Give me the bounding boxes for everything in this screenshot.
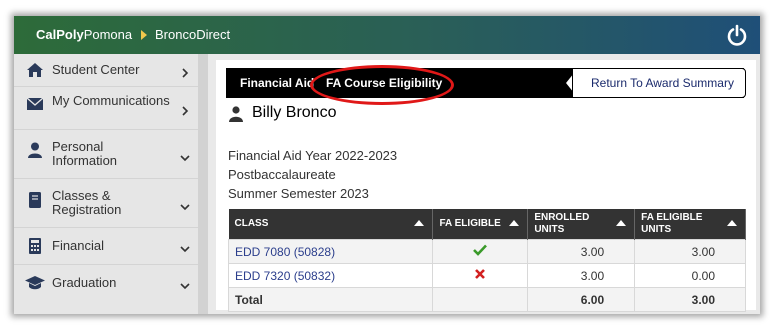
sidebar-item-label: Classes & Registration [52, 188, 122, 217]
chevron-down-icon [180, 278, 190, 290]
browser-frame: CalPolyPomona BroncoDirect Student Cente… [14, 16, 760, 314]
sort-ascending-icon[interactable] [509, 220, 520, 226]
fa-eligible-cell [432, 263, 529, 288]
sidebar-item-student-center[interactable]: Student Center [14, 54, 198, 87]
header-label: FA ELIGIBLE [439, 218, 501, 229]
student-name: Billy Bronco [252, 104, 337, 121]
column-header-class[interactable]: CLASS [228, 209, 434, 240]
envelope-icon [26, 97, 44, 113]
fa-eligible-units-cell: 3.00 [634, 239, 746, 264]
total-enrolled-units: 6.00 [527, 287, 636, 312]
sidebar-scrollbar[interactable] [198, 54, 208, 314]
table-row: EDD 7080 (50828) 3.00 3.00 [227, 239, 746, 264]
total-label: Total [227, 287, 434, 312]
sidebar: Student Center My Communications Persona… [14, 54, 198, 314]
top-bar: CalPolyPomona BroncoDirect [14, 16, 760, 54]
class-cell: EDD 7320 (50832) [227, 263, 434, 288]
sidebar-item-label: My Communications [52, 93, 170, 108]
sidebar-item-label: Financial [52, 238, 105, 253]
sidebar-item-my-communications[interactable]: My Communications [14, 87, 198, 130]
return-button-label: Return To Award Summary [591, 76, 734, 90]
sidebar-item-label: Personal Information [52, 139, 118, 168]
person-icon [26, 142, 44, 158]
breadcrumb: Financial Aid FA Course Eligibility Retu… [226, 65, 746, 105]
header-label: CLASS [234, 218, 269, 229]
brand-regular: Pomona [83, 27, 133, 42]
career: Postbaccalaureate [228, 167, 336, 182]
brand-bold: CalPoly [36, 27, 84, 42]
fa-eligible-cell [432, 239, 529, 264]
breadcrumb-arrow-icon [141, 30, 147, 40]
sort-ascending-icon[interactable] [616, 220, 627, 226]
chevron-down-icon [180, 150, 190, 162]
course-eligibility-table: CLASS FA ELIGIBLE ENROLLED UNITS FA ELIG… [227, 209, 746, 312]
brand-logo[interactable]: CalPolyPomona [36, 27, 132, 42]
class-link[interactable]: EDD 7080 (50828) [235, 245, 335, 259]
chevron-down-icon [180, 241, 190, 253]
return-to-award-summary-button[interactable]: Return To Award Summary [572, 68, 746, 98]
power-icon[interactable] [726, 24, 748, 46]
sidebar-item-personal-information[interactable]: Personal Information [14, 130, 198, 179]
enrolled-units-cell: 3.00 [527, 263, 636, 288]
x-icon [475, 269, 486, 279]
graduation-cap-icon [24, 275, 46, 291]
chevron-down-icon [180, 199, 190, 211]
content-panel: Financial Aid FA Course Eligibility Retu… [216, 60, 756, 312]
chevron-right-icon [180, 65, 190, 78]
column-header-enrolled-units[interactable]: ENROLLED UNITS [527, 209, 636, 240]
book-icon [26, 192, 44, 208]
column-header-fa-eligible-units[interactable]: FA ELIGIBLE UNITS [634, 209, 746, 240]
term: Summer Semester 2023 [228, 186, 369, 201]
class-link[interactable]: EDD 7320 (50832) [235, 269, 335, 283]
header-label: UNITS [534, 224, 565, 235]
class-cell: EDD 7080 (50828) [227, 239, 434, 264]
fa-eligible-units-cell: 0.00 [634, 263, 746, 288]
sort-ascending-icon[interactable] [727, 220, 737, 226]
person-icon [228, 106, 244, 122]
enrolled-units-cell: 3.00 [527, 239, 636, 264]
table-header-row: CLASS FA ELIGIBLE ENROLLED UNITS FA ELIG… [228, 209, 746, 240]
total-fa-eligible-units: 3.00 [634, 287, 746, 312]
header-label: UNITS [641, 224, 672, 235]
fa-eligible-cell [432, 287, 529, 312]
sidebar-item-classes-registration[interactable]: Classes & Registration [14, 179, 198, 228]
chevron-right-icon [180, 103, 190, 116]
sidebar-item-label: Graduation [52, 275, 117, 290]
highlight-circle [310, 65, 454, 105]
table-total-row: Total 6.00 3.00 [227, 287, 746, 312]
sidebar-item-financial[interactable]: Financial [14, 228, 198, 265]
home-icon [26, 62, 44, 78]
aid-year: Financial Aid Year 2022-2023 [228, 148, 398, 163]
sidebar-item-graduation[interactable]: Graduation [14, 265, 198, 301]
table-row: EDD 7320 (50832) 3.00 0.00 [227, 263, 746, 288]
sidebar-item-label: Student Center [52, 62, 140, 77]
main-content: Financial Aid FA Course Eligibility Retu… [214, 54, 760, 314]
column-header-fa-eligible[interactable]: FA ELIGIBLE [432, 209, 529, 240]
header-label: FA ELIGIBLE [641, 212, 703, 223]
check-icon [473, 244, 488, 256]
header-label: ENROLLED [534, 212, 590, 223]
sort-ascending-icon[interactable] [414, 220, 425, 226]
calculator-icon [26, 238, 44, 254]
breadcrumb-financial-aid[interactable]: Financial Aid [240, 76, 314, 90]
app-name[interactable]: BroncoDirect [155, 27, 230, 42]
